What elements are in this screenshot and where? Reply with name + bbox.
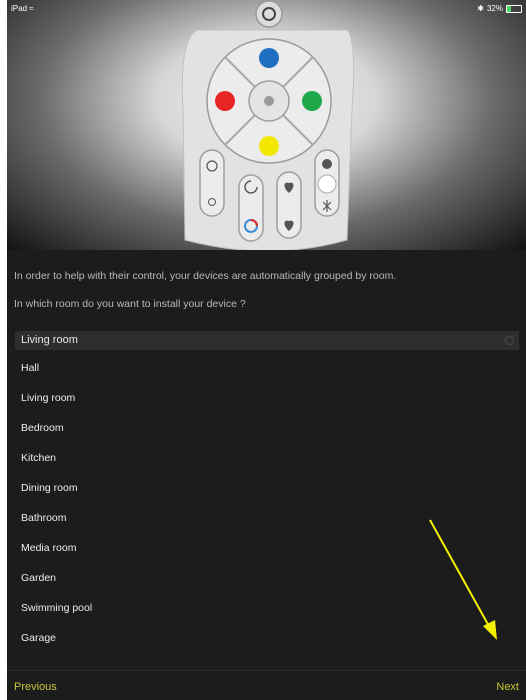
blue-color-button [259, 48, 279, 68]
battery-fill [507, 5, 512, 12]
room-option-dining-room[interactable]: Dining room [15, 473, 519, 503]
hero-remote-image [7, 0, 526, 250]
room-option-bedroom[interactable]: Bedroom [15, 413, 519, 443]
room-option-kitchen[interactable]: Kitchen [15, 443, 519, 473]
room-option-garden[interactable]: Garden [15, 563, 519, 593]
room-options-list: Hall Living room Bedroom Kitchen Dining … [15, 353, 519, 653]
center-dot [264, 96, 274, 106]
battery-percent: 32% [486, 4, 503, 13]
status-left: iPad ≈ [11, 4, 34, 13]
device-screen: iPad ≈ ✱ 32% In order to help with their… [7, 0, 526, 700]
room-option-living-room[interactable]: Living room [15, 383, 519, 413]
next-button[interactable]: Next [496, 681, 519, 693]
brightness-pill [199, 149, 225, 217]
status-right: ✱ 32% [477, 4, 522, 13]
battery-icon [506, 4, 522, 13]
room-select[interactable]: Living room [15, 331, 519, 350]
bluetooth-icon: ✱ [477, 4, 484, 13]
warm-light-icon [322, 159, 332, 169]
wizard-footer: Previous Next [7, 670, 526, 700]
status-bar: iPad ≈ ✱ 32% [7, 0, 526, 16]
intro-text: In order to help with their control, you… [14, 270, 397, 282]
dropdown-icon [505, 336, 514, 345]
remote-control-illustration [181, 0, 355, 250]
red-color-button [215, 91, 235, 111]
white-light-button [317, 174, 337, 194]
device-name: iPad [11, 4, 28, 13]
room-option-bathroom[interactable]: Bathroom [15, 503, 519, 533]
previous-button[interactable]: Previous [14, 681, 57, 693]
yellow-color-button [259, 136, 279, 156]
wifi-icon: ≈ [29, 4, 34, 13]
room-option-hall[interactable]: Hall [15, 353, 519, 383]
room-option-media-room[interactable]: Media room [15, 533, 519, 563]
room-question: In which room do you want to install you… [14, 298, 246, 310]
room-option-swimming-pool[interactable]: Swimming pool [15, 593, 519, 623]
room-option-garage[interactable]: Garage [15, 623, 519, 653]
room-select-value: Living room [21, 334, 78, 346]
green-color-button [302, 91, 322, 111]
